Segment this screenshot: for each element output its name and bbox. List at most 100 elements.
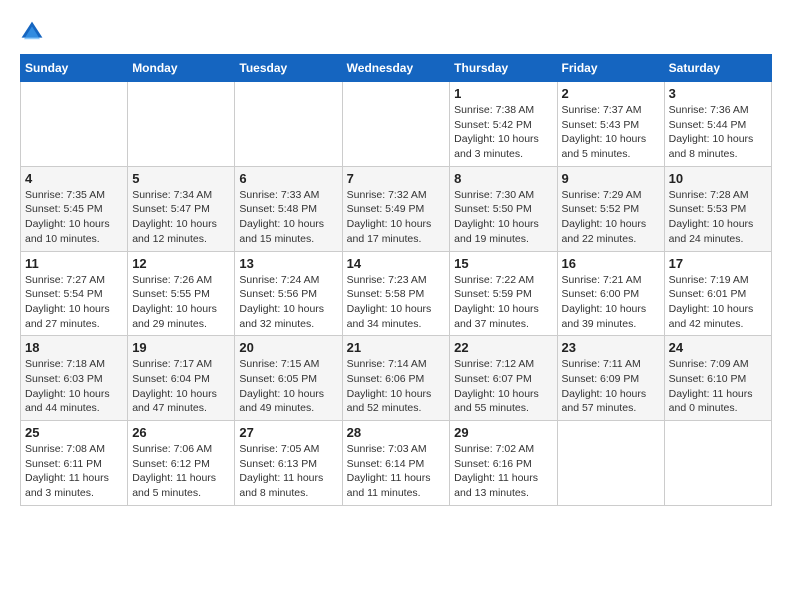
weekday-header-wednesday: Wednesday [342,55,450,82]
day-info: Sunrise: 7:27 AM Sunset: 5:54 PM Dayligh… [25,273,123,332]
page-header [20,20,772,44]
day-number: 3 [669,86,767,101]
day-number: 22 [454,340,552,355]
day-info: Sunrise: 7:18 AM Sunset: 6:03 PM Dayligh… [25,357,123,416]
day-cell: 25 Sunrise: 7:08 AM Sunset: 6:11 PM Dayli… [21,421,128,506]
day-number: 17 [669,256,767,271]
day-cell [235,82,342,167]
day-number: 7 [347,171,446,186]
day-cell: 2 Sunrise: 7:37 AM Sunset: 5:43 PM Daylig… [557,82,664,167]
day-number: 25 [25,425,123,440]
day-info: Sunrise: 7:02 AM Sunset: 6:16 PM Dayligh… [454,442,552,501]
weekday-header-monday: Monday [128,55,235,82]
day-number: 2 [562,86,660,101]
logo [20,20,48,44]
day-info: Sunrise: 7:33 AM Sunset: 5:48 PM Dayligh… [239,188,337,247]
day-number: 15 [454,256,552,271]
day-cell [342,82,450,167]
day-cell [21,82,128,167]
day-info: Sunrise: 7:19 AM Sunset: 6:01 PM Dayligh… [669,273,767,332]
day-cell: 22 Sunrise: 7:12 AM Sunset: 6:07 PM Dayli… [450,336,557,421]
weekday-header-sunday: Sunday [21,55,128,82]
day-cell: 17 Sunrise: 7:19 AM Sunset: 6:01 PM Dayli… [664,251,771,336]
day-cell: 27 Sunrise: 7:05 AM Sunset: 6:13 PM Dayli… [235,421,342,506]
day-number: 6 [239,171,337,186]
day-number: 13 [239,256,337,271]
day-cell [557,421,664,506]
week-row-3: 11 Sunrise: 7:27 AM Sunset: 5:54 PM Dayli… [21,251,772,336]
day-cell: 16Sunrise: 7:21 AM Sunset: 6:00 PM Dayli… [557,251,664,336]
day-info: Sunrise: 7:08 AM Sunset: 6:11 PM Dayligh… [25,442,123,501]
day-info: Sunrise: 7:29 AM Sunset: 5:52 PM Dayligh… [562,188,660,247]
day-number: 19 [132,340,230,355]
day-number: 26 [132,425,230,440]
day-number: 8 [454,171,552,186]
day-cell: 13 Sunrise: 7:24 AM Sunset: 5:56 PM Dayli… [235,251,342,336]
day-number: 20 [239,340,337,355]
day-cell: 20 Sunrise: 7:15 AM Sunset: 6:05 PM Dayli… [235,336,342,421]
weekday-header-friday: Friday [557,55,664,82]
week-row-1: 1 Sunrise: 7:38 AM Sunset: 5:42 PM Daylig… [21,82,772,167]
day-info: Sunrise: 7:38 AM Sunset: 5:42 PM Dayligh… [454,103,552,162]
day-cell: 15 Sunrise: 7:22 AM Sunset: 5:59 PM Dayli… [450,251,557,336]
day-cell: 6 Sunrise: 7:33 AM Sunset: 5:48 PM Daylig… [235,166,342,251]
day-cell: 11 Sunrise: 7:27 AM Sunset: 5:54 PM Dayli… [21,251,128,336]
day-number: 9 [562,171,660,186]
day-number: 1 [454,86,552,101]
day-info: Sunrise: 7:28 AM Sunset: 5:53 PM Dayligh… [669,188,767,247]
day-number: 21 [347,340,446,355]
day-number: 18 [25,340,123,355]
day-info: Sunrise: 7:03 AM Sunset: 6:14 PM Dayligh… [347,442,446,501]
day-cell: 3 Sunrise: 7:36 AM Sunset: 5:44 PM Daylig… [664,82,771,167]
weekday-header-thursday: Thursday [450,55,557,82]
day-info: Sunrise: 7:26 AM Sunset: 5:55 PM Dayligh… [132,273,230,332]
day-cell [664,421,771,506]
day-info: Sunrise: 7:17 AM Sunset: 6:04 PM Dayligh… [132,357,230,416]
day-info: Sunrise: 7:24 AM Sunset: 5:56 PM Dayligh… [239,273,337,332]
day-number: 12 [132,256,230,271]
weekday-header-tuesday: Tuesday [235,55,342,82]
day-info: Sunrise: 7:22 AM Sunset: 5:59 PM Dayligh… [454,273,552,332]
day-info: Sunrise: 7:05 AM Sunset: 6:13 PM Dayligh… [239,442,337,501]
day-cell: 23 Sunrise: 7:11 AM Sunset: 6:09 PM Dayli… [557,336,664,421]
day-info: Sunrise: 7:23 AM Sunset: 5:58 PM Dayligh… [347,273,446,332]
day-cell: 19 Sunrise: 7:17 AM Sunset: 6:04 PM Dayli… [128,336,235,421]
day-cell: 28 Sunrise: 7:03 AM Sunset: 6:14 PM Dayli… [342,421,450,506]
week-row-2: 4 Sunrise: 7:35 AM Sunset: 5:45 PM Daylig… [21,166,772,251]
logo-icon [20,20,44,44]
day-cell: 1 Sunrise: 7:38 AM Sunset: 5:42 PM Daylig… [450,82,557,167]
day-info: Sunrise: 7:09 AM Sunset: 6:10 PM Dayligh… [669,357,767,416]
day-cell: 14 Sunrise: 7:23 AM Sunset: 5:58 PM Dayli… [342,251,450,336]
day-number: 10 [669,171,767,186]
day-number: 28 [347,425,446,440]
week-row-5: 25 Sunrise: 7:08 AM Sunset: 6:11 PM Dayli… [21,421,772,506]
day-cell: 24Sunrise: 7:09 AM Sunset: 6:10 PM Dayli… [664,336,771,421]
day-info: Sunrise: 7:11 AM Sunset: 6:09 PM Dayligh… [562,357,660,416]
day-cell: 10 Sunrise: 7:28 AM Sunset: 5:53 PM Dayli… [664,166,771,251]
day-cell: 26 Sunrise: 7:06 AM Sunset: 6:12 PM Dayli… [128,421,235,506]
day-info: Sunrise: 7:06 AM Sunset: 6:12 PM Dayligh… [132,442,230,501]
day-number: 16 [562,256,660,271]
day-info: Sunrise: 7:32 AM Sunset: 5:49 PM Dayligh… [347,188,446,247]
day-number: 14 [347,256,446,271]
day-cell: 5Sunrise: 7:34 AM Sunset: 5:47 PM Daylig… [128,166,235,251]
week-row-4: 18 Sunrise: 7:18 AM Sunset: 6:03 PM Dayli… [21,336,772,421]
day-cell [128,82,235,167]
calendar: SundayMondayTuesdayWednesdayThursdayFrid… [20,54,772,506]
day-info: Sunrise: 7:37 AM Sunset: 5:43 PM Dayligh… [562,103,660,162]
day-number: 27 [239,425,337,440]
day-number: 11 [25,256,123,271]
weekday-header-saturday: Saturday [664,55,771,82]
day-number: 29 [454,425,552,440]
day-number: 5 [132,171,230,186]
weekday-header-row: SundayMondayTuesdayWednesdayThursdayFrid… [21,55,772,82]
day-number: 23 [562,340,660,355]
day-info: Sunrise: 7:36 AM Sunset: 5:44 PM Dayligh… [669,103,767,162]
day-info: Sunrise: 7:30 AM Sunset: 5:50 PM Dayligh… [454,188,552,247]
day-cell: 29 Sunrise: 7:02 AM Sunset: 6:16 PM Dayli… [450,421,557,506]
day-number: 4 [25,171,123,186]
day-info: Sunrise: 7:12 AM Sunset: 6:07 PM Dayligh… [454,357,552,416]
day-info: Sunrise: 7:15 AM Sunset: 6:05 PM Dayligh… [239,357,337,416]
day-cell: 4 Sunrise: 7:35 AM Sunset: 5:45 PM Daylig… [21,166,128,251]
day-info: Sunrise: 7:35 AM Sunset: 5:45 PM Dayligh… [25,188,123,247]
